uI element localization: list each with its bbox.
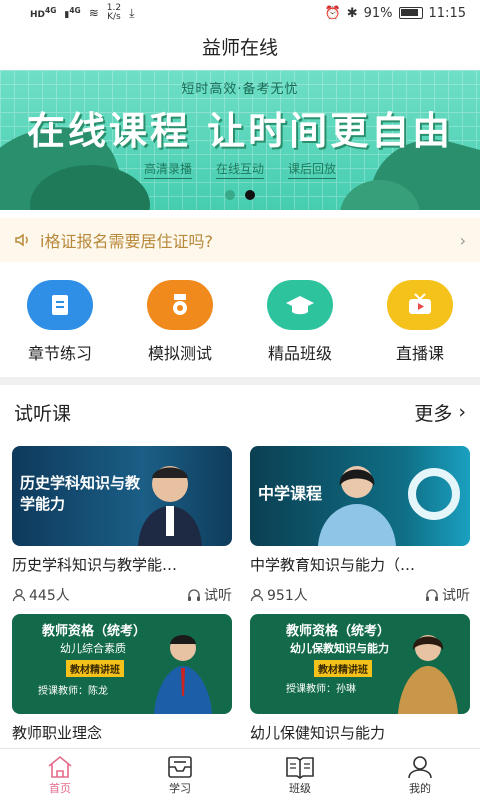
wifi-icon: ≋ (88, 6, 99, 20)
feature-grid: 章节练习 模拟测试 精品班级 直播课 (0, 272, 480, 372)
thumbnail-subtitle: 幼儿保教知识与能力 (290, 642, 389, 655)
feature-live-class[interactable]: 直播课 (360, 272, 480, 372)
teacher-portrait (154, 635, 212, 714)
course-thumbnail: 中学课程 (250, 446, 470, 546)
battery-percent: 91% (363, 5, 393, 21)
course-card[interactable]: 教师资格（统考） 幼儿综合素质 教材精讲班 授课教师：陈龙 教师职业理念 (12, 614, 232, 743)
course-card[interactable]: 历史学科知识与教学能力 历史学科知识与教学能… 445人 试听 (12, 446, 232, 605)
signal-right-icon: ▮4G (64, 6, 81, 20)
trial-section-header: 试听课 更多 › (0, 392, 480, 432)
network-speed: 1.2 K/s (106, 3, 122, 22)
bluetooth-icon: ✱ (346, 5, 358, 21)
feature-label: 模拟测试 (147, 344, 212, 363)
alarm-icon: ⏰ (324, 5, 341, 21)
page-title: 益师在线 (201, 37, 278, 59)
teacher-portrait (398, 635, 458, 714)
feature-label: 章节练习 (27, 344, 92, 363)
banner-subtitle: 短时高效·备考无忧 (181, 82, 299, 97)
thumbnail-caption: 教师资格（统考） (42, 624, 147, 639)
chevron-right-icon: › (459, 230, 466, 250)
clock-time: 11:15 (428, 5, 466, 21)
section-title: 试听课 (14, 402, 72, 425)
graduation-cap-icon (267, 280, 333, 330)
course-meta: 445人 试听 (12, 585, 232, 605)
course-card[interactable]: 中学课程 中学教育知识与能力（… 951人 试听 (250, 446, 470, 605)
banner-tag: 高清录播 (143, 160, 192, 179)
feature-mock-test[interactable]: 模拟测试 (120, 272, 240, 372)
status-bar: HD4G ▮4G ≋ 1.2 K/s ⤓ ⏰ ✱ 91% 11:15 (0, 0, 480, 26)
banner-dot-active[interactable] (245, 190, 255, 200)
tab-label: 我的 (409, 781, 431, 795)
feature-label: 直播课 (395, 344, 444, 363)
course-thumbnail: 教师资格（统考） 幼儿保教知识与能力 教材精讲班 授课教师：孙琳 (250, 614, 470, 714)
thumbnail-badge: 教材精讲班 (66, 660, 124, 677)
course-thumbnail: 教师资格（统考） 幼儿综合素质 教材精讲班 授课教师：陈龙 (12, 614, 232, 714)
thumbnail-caption: 教师资格（统考） (286, 624, 391, 639)
thumbnail-caption: 历史学科知识与教学能力 (20, 474, 141, 513)
course-title: 教师职业理念 (12, 724, 103, 742)
tv-icon (387, 280, 453, 330)
banner-tags: 高清录播 在线互动 课后回放 (0, 160, 480, 179)
banner-pagination (0, 190, 480, 200)
headphones-icon (426, 589, 438, 601)
battery-icon (398, 7, 423, 19)
tab-label: 学习 (169, 781, 191, 795)
person-icon (250, 588, 264, 602)
banner-headline: 在线课程 让时间更自由 (26, 109, 454, 153)
course-title: 中学教育知识与能力（… (250, 556, 416, 574)
book-icon (285, 754, 315, 780)
announcement-bar[interactable]: i格证报名需要居住证吗? › (0, 218, 480, 262)
section-divider (0, 377, 480, 385)
download-icon: ⤓ (129, 5, 135, 20)
tab-home[interactable]: 首页 (0, 749, 120, 800)
bottom-tab-bar: 首页 学习 班级 我的 (0, 748, 480, 800)
teacher-portrait (318, 466, 396, 546)
tab-label: 首页 (49, 781, 71, 795)
announcement-text: i格证报名需要居住证吗? (40, 232, 213, 251)
tab-study[interactable]: 学习 (120, 749, 240, 800)
thumbnail-subtitle: 幼儿综合素质 (60, 642, 126, 655)
inbox-icon (167, 754, 193, 780)
person-icon (12, 588, 26, 602)
teacher-portrait (138, 466, 202, 546)
speaker-icon (15, 233, 28, 247)
thumbnail-badge: 教材精讲班 (314, 660, 372, 677)
banner-tag: 课后回放 (288, 160, 337, 179)
banner-dot[interactable] (225, 190, 235, 200)
enrolled-count: 445人 (12, 585, 70, 605)
medal-icon (147, 280, 213, 330)
banner-tag: 在线互动 (215, 160, 264, 179)
course-meta: 951人 试听 (250, 585, 470, 605)
promo-banner[interactable]: 短时高效·备考无忧 在线课程 让时间更自由 高清录播 在线互动 课后回放 (0, 70, 480, 210)
thumbnail-teacher: 授课教师：孙琳 (286, 684, 356, 695)
person-icon (407, 754, 433, 780)
feature-premium-class[interactable]: 精品班级 (240, 272, 360, 372)
feature-chapter-practice[interactable]: 章节练习 (0, 272, 120, 372)
decorative-circle (408, 468, 460, 520)
course-thumbnail: 历史学科知识与教学能力 (12, 446, 232, 546)
more-label: 更多 (414, 402, 453, 425)
signal-left-icon: HD4G (30, 6, 57, 20)
more-link[interactable]: 更多 › (414, 399, 466, 426)
tab-class[interactable]: 班级 (240, 749, 360, 800)
trial-listen[interactable]: 试听 (425, 585, 470, 605)
enrolled-count: 951人 (250, 585, 308, 605)
tab-profile[interactable]: 我的 (360, 749, 480, 800)
course-title: 历史学科知识与教学能… (12, 556, 178, 574)
feature-label: 精品班级 (267, 344, 332, 363)
thumbnail-teacher: 授课教师：陈龙 (38, 686, 108, 697)
tab-label: 班级 (289, 781, 311, 795)
headphones-icon (188, 589, 200, 601)
course-title: 幼儿保健知识与能力 (250, 724, 386, 742)
clipboard-icon (27, 280, 93, 330)
course-card[interactable]: 教师资格（统考） 幼儿保教知识与能力 教材精讲班 授课教师：孙琳 幼儿保健知识与… (250, 614, 470, 743)
home-icon (46, 754, 74, 780)
chevron-right-icon: › (458, 401, 466, 423)
trial-listen[interactable]: 试听 (187, 585, 232, 605)
